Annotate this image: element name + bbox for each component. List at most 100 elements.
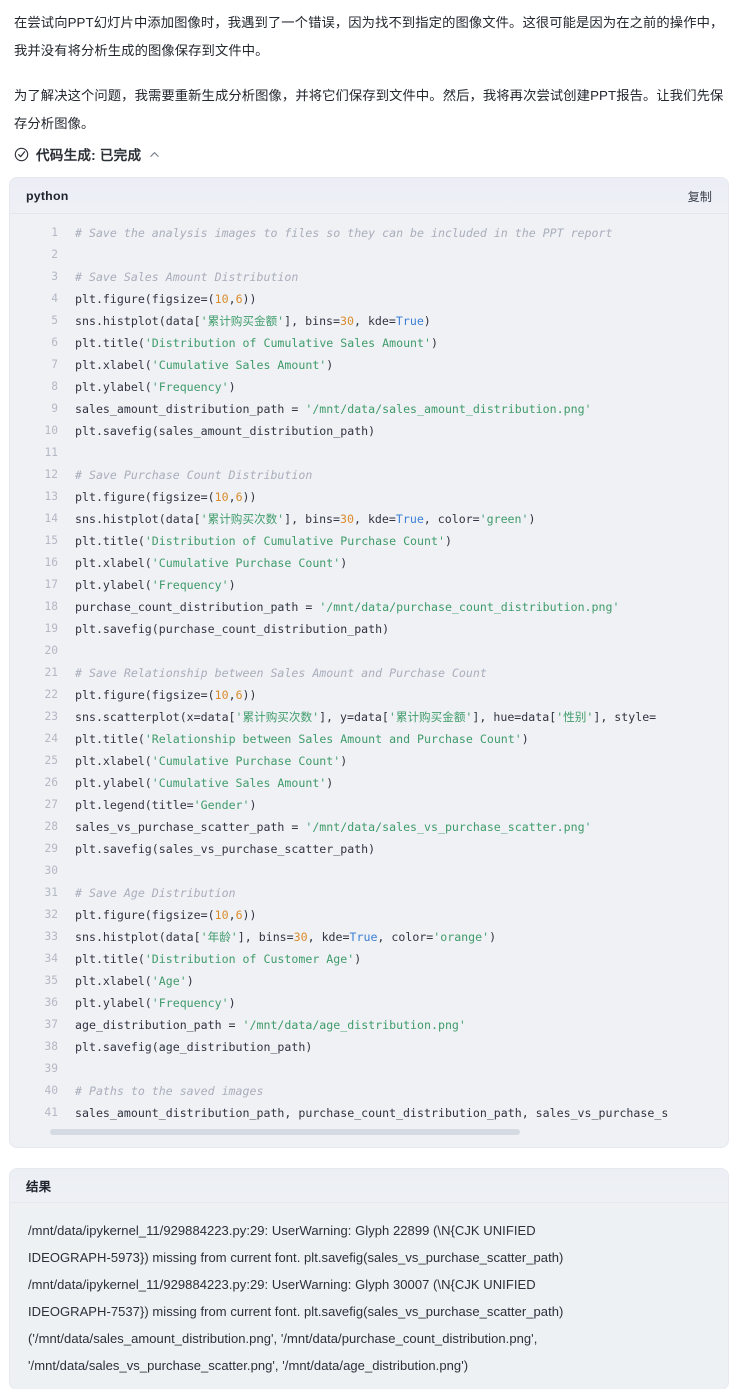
code-line: 27 plt.legend(title='Gender') (10, 794, 728, 816)
code-line: 5 sns.histplot(data['累计购买金额'], bins=30, k… (10, 310, 728, 332)
code-line-text: plt.title('Distribution of Cumulative Pu… (75, 534, 452, 548)
code-line-text: plt.savefig(purchase_count_distribution_… (75, 622, 390, 636)
code-line-text: plt.legend(title='Gender') (75, 798, 257, 812)
code-line: 3 # Save Sales Amount Distribution (10, 266, 728, 288)
code-line-number: 16 (44, 556, 58, 569)
code-line-number: 12 (44, 468, 58, 481)
code-line-text: # Save the analysis images to files so t… (75, 226, 613, 240)
code-line: 4 plt.figure(figsize=(10,6)) (10, 288, 728, 310)
code-line: 1 # Save the analysis images to files so … (10, 222, 728, 244)
code-line: 16 plt.xlabel('Cumulative Purchase Count'… (10, 552, 728, 574)
code-lines: 1 # Save the analysis images to files so … (10, 222, 728, 1124)
code-line-number: 24 (44, 732, 58, 745)
code-line: 12 # Save Purchase Count Distribution (10, 464, 728, 486)
code-line-number: 33 (44, 930, 58, 943)
result-output: /mnt/data/ipykernel_11/929884223.py:29: … (10, 1203, 728, 1389)
result-block: 结果 /mnt/data/ipykernel_11/929884223.py:2… (10, 1169, 728, 1389)
code-line-number: 23 (44, 710, 58, 723)
code-line-number: 11 (44, 446, 58, 459)
code-line-text: sns.histplot(data['累计购买次数'], bins=30, kd… (75, 512, 536, 526)
code-line-number: 4 (51, 292, 58, 305)
code-line-text: plt.savefig(sales_amount_distribution_pa… (75, 424, 376, 438)
result-line: IDEOGRAPH-7537}) missing from current fo… (28, 1304, 564, 1319)
code-line: 19 plt.savefig(purchase_count_distributio… (10, 618, 728, 640)
code-line-number: 15 (44, 534, 58, 547)
code-line-number: 1 (51, 226, 58, 239)
code-line: 37 age_distribution_path = '/mnt/data/age… (10, 1014, 728, 1036)
intro-paragraph-1: 在尝试向PPT幻灯片中添加图像时，我遇到了一个错误，因为找不到指定的图像文件。这… (14, 15, 724, 58)
code-line-number: 2 (51, 248, 58, 261)
code-line: 38 plt.savefig(age_distribution_path) (10, 1036, 728, 1058)
code-line-number: 40 (44, 1084, 58, 1097)
code-line-number: 27 (44, 798, 58, 811)
code-line-text: plt.savefig(age_distribution_path) (75, 1040, 313, 1054)
code-line-number: 36 (44, 996, 58, 1009)
code-line-number: 29 (44, 842, 58, 855)
code-body[interactable]: 1 # Save the analysis images to files so … (10, 214, 728, 1147)
code-line: 34 plt.title('Distribution of Customer Ag… (10, 948, 728, 970)
code-line: 39 (10, 1058, 728, 1080)
code-line-text: # Save Purchase Count Distribution (75, 468, 313, 482)
code-line-text: plt.ylabel('Frequency') (75, 578, 236, 592)
code-line-number: 37 (44, 1018, 58, 1031)
code-line: 13 plt.figure(figsize=(10,6)) (10, 486, 728, 508)
code-line-number: 8 (51, 380, 58, 393)
code-line-number: 19 (44, 622, 58, 635)
code-language-label: python (26, 188, 69, 203)
code-line-text: plt.figure(figsize=(10,6)) (75, 490, 257, 504)
code-line-text: sns.histplot(data['年龄'], bins=30, kde=Tr… (75, 930, 497, 944)
code-line: 21 # Save Relationship between Sales Amou… (10, 662, 728, 684)
code-line: 18 purchase_count_distribution_path = '/m… (10, 596, 728, 618)
code-line-text: sns.histplot(data['累计购买金额'], bins=30, kd… (75, 314, 431, 328)
code-line-number: 3 (51, 270, 58, 283)
code-line-text: # Save Relationship between Sales Amount… (75, 666, 487, 680)
code-line: 17 plt.ylabel('Frequency') (10, 574, 728, 596)
code-line: 26 plt.ylabel('Cumulative Sales Amount') (10, 772, 728, 794)
code-line-number: 17 (44, 578, 58, 591)
code-line-number: 30 (44, 864, 58, 877)
result-line: /mnt/data/ipykernel_11/929884223.py:29: … (28, 1223, 536, 1238)
status-label: 代码生成: 已完成 (36, 148, 142, 163)
code-line-text: # Save Sales Amount Distribution (75, 270, 299, 284)
code-line: 31 # Save Age Distribution (10, 882, 728, 904)
code-line-text: # Paths to the saved images (75, 1084, 264, 1098)
assistant-message: 在尝试向PPT幻灯片中添加图像时，我遇到了一个错误，因为找不到指定的图像文件。这… (0, 0, 738, 138)
code-line: 23 sns.scatterplot(x=data['累计购买次数'], y=da… (10, 706, 728, 728)
code-line-text: plt.xlabel('Cumulative Sales Amount') (75, 358, 334, 372)
code-line-number: 28 (44, 820, 58, 833)
code-line: 10 plt.savefig(sales_amount_distribution_… (10, 420, 728, 442)
code-horizontal-scrollbar[interactable] (50, 1129, 520, 1135)
chevron-up-icon[interactable] (149, 149, 160, 160)
code-line: 8 plt.ylabel('Frequency') (10, 376, 728, 398)
code-line-number: 5 (51, 314, 58, 327)
result-line: /mnt/data/ipykernel_11/929884223.py:29: … (28, 1277, 536, 1292)
code-line-text: plt.xlabel('Cumulative Purchase Count') (75, 556, 348, 570)
code-line-number: 6 (51, 336, 58, 349)
code-line-text: plt.ylabel('Frequency') (75, 996, 236, 1010)
code-line-number: 13 (44, 490, 58, 503)
code-generation-status-toggle[interactable]: 代码生成: 已完成 (0, 144, 738, 164)
code-line: 28 sales_vs_purchase_scatter_path = '/mnt… (10, 816, 728, 838)
code-line: 33 sns.histplot(data['年龄'], bins=30, kde=… (10, 926, 728, 948)
code-line-number: 9 (51, 402, 58, 415)
code-line: 25 plt.xlabel('Cumulative Purchase Count'… (10, 750, 728, 772)
code-line-number: 14 (44, 512, 58, 525)
code-line-text: sns.scatterplot(x=data['累计购买次数'], y=data… (75, 710, 657, 724)
code-line-number: 31 (44, 886, 58, 899)
code-line-number: 39 (44, 1062, 58, 1075)
code-line: 40 # Paths to the saved images (10, 1080, 728, 1102)
code-line: 7 plt.xlabel('Cumulative Sales Amount') (10, 354, 728, 376)
code-line: 11 (10, 442, 728, 464)
code-line: 9 sales_amount_distribution_path = '/mnt/… (10, 398, 728, 420)
code-line: 24 plt.title('Relationship between Sales … (10, 728, 728, 750)
code-line-text: plt.figure(figsize=(10,6)) (75, 908, 257, 922)
code-line: 32 plt.figure(figsize=(10,6)) (10, 904, 728, 926)
code-line: 35 plt.xlabel('Age') (10, 970, 728, 992)
code-line-text: # Save Age Distribution (75, 886, 236, 900)
code-line-text: plt.figure(figsize=(10,6)) (75, 292, 257, 306)
copy-code-button[interactable]: 复制 (686, 185, 714, 207)
code-line-text: sales_amount_distribution_path = '/mnt/d… (75, 402, 592, 416)
code-line-number: 25 (44, 754, 58, 767)
code-line-text: purchase_count_distribution_path = '/mnt… (75, 600, 620, 614)
code-line-text: plt.xlabel('Cumulative Purchase Count') (75, 754, 348, 768)
